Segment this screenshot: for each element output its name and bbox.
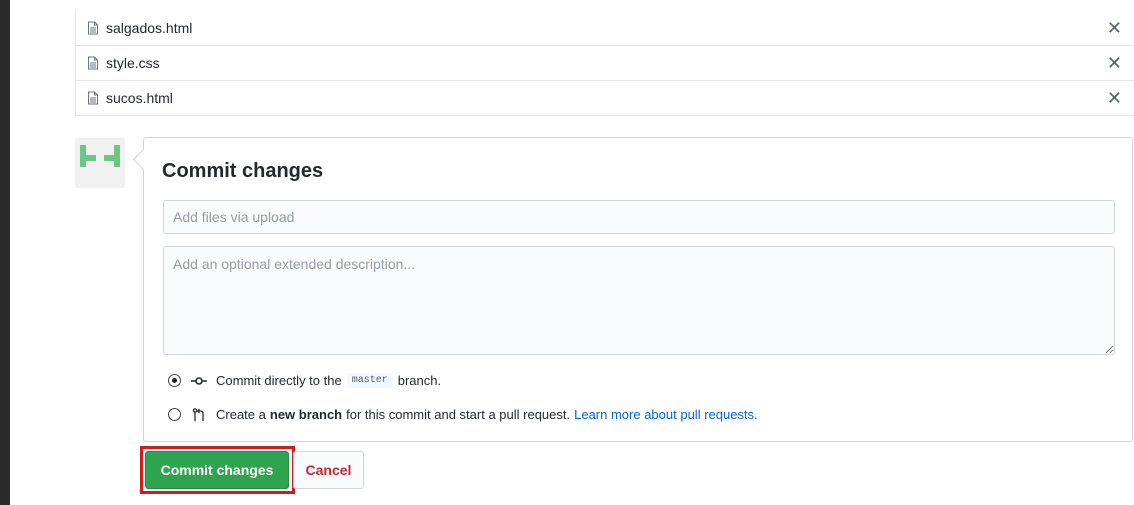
new-branch-prefix: Create a xyxy=(216,407,266,422)
commit-form-title: Commit changes xyxy=(162,160,324,182)
new-branch-option[interactable]: Create a new branch for this commit and … xyxy=(168,407,758,422)
commit-direct-radio[interactable] xyxy=(168,374,181,387)
cancel-button[interactable]: Cancel xyxy=(293,451,364,489)
commit-form: Commit changes Commit directly to the ma… xyxy=(143,137,1133,442)
file-icon xyxy=(86,91,100,105)
new-branch-suffix: for this commit and start a pull request… xyxy=(346,407,571,422)
avatar[interactable] xyxy=(75,138,125,188)
close-icon[interactable]: ✕ xyxy=(1107,19,1122,37)
file-row: style.css ✕ xyxy=(76,45,1134,80)
branch-name: master xyxy=(346,373,393,388)
file-name: salgados.html xyxy=(106,19,193,36)
commit-changes-button[interactable]: Commit changes xyxy=(145,451,289,489)
file-icon xyxy=(86,21,100,35)
new-branch-radio[interactable] xyxy=(168,408,181,421)
file-icon xyxy=(86,56,100,70)
commit-summary-input[interactable] xyxy=(163,200,1115,234)
file-row: sucos.html ✕ xyxy=(76,80,1134,115)
git-pull-request-icon xyxy=(191,407,207,422)
commit-description-input[interactable] xyxy=(163,246,1115,355)
commit-direct-text: Commit directly to the xyxy=(216,373,342,388)
learn-more-link[interactable]: Learn more about pull requests. xyxy=(574,407,758,422)
commit-direct-option[interactable]: Commit directly to the master branch. xyxy=(168,373,441,388)
close-icon[interactable]: ✕ xyxy=(1107,54,1122,72)
page-frame: salgados.html ✕ style.css ✕ sucos.html ✕… xyxy=(10,0,1134,505)
git-commit-icon xyxy=(191,374,207,388)
file-name: style.css xyxy=(106,55,160,71)
close-icon[interactable]: ✕ xyxy=(1107,89,1122,107)
file-row: salgados.html ✕ xyxy=(76,10,1134,45)
file-name: sucos.html xyxy=(106,90,173,106)
new-branch-bold: new branch xyxy=(269,407,343,422)
uploaded-file-list: salgados.html ✕ style.css ✕ sucos.html ✕ xyxy=(75,10,1134,116)
commit-direct-suffix: branch. xyxy=(397,373,442,388)
